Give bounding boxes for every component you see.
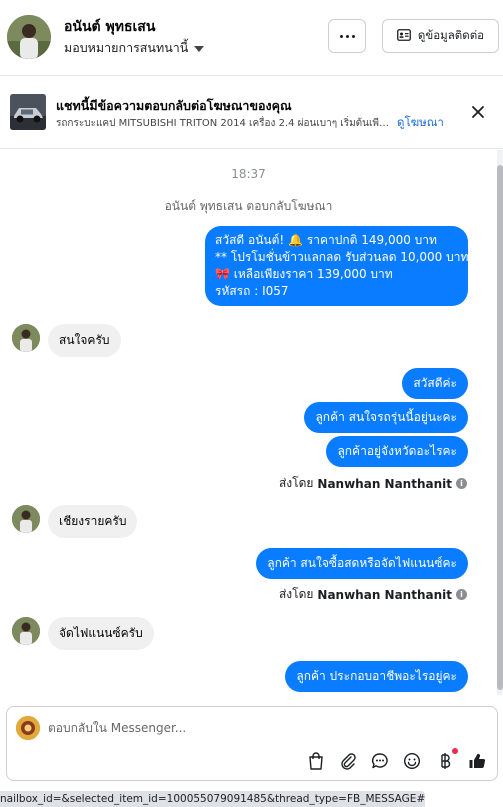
message-timestamp: 18:37 bbox=[231, 167, 266, 181]
avatar bbox=[12, 617, 40, 645]
sent-by-prefix: ส่งโดย bbox=[278, 587, 314, 601]
sent-by-note: ส่งโดย Nanwhan Nanthanit i bbox=[279, 585, 467, 604]
sent-by-name: Nanwhan Nanthanit bbox=[317, 587, 452, 602]
ad-reply-line-car-code: รหัสรถ : I057 bbox=[215, 284, 289, 298]
message-bubble-outgoing: ลูกค้า สนใจรถรุ่นนี้อยู่นะคะ bbox=[304, 402, 468, 433]
contact-card-icon bbox=[397, 28, 411, 44]
more-icon bbox=[339, 34, 355, 38]
sent-by-prefix: ส่งโดย bbox=[278, 476, 314, 490]
chevron-down-icon bbox=[194, 45, 205, 52]
emoji-icon[interactable] bbox=[402, 751, 422, 771]
message-bubble-outgoing: สวัสดี อนันต์! 🔔 ราคาปกติ 149,000 บาท **… bbox=[205, 226, 468, 306]
sent-by-name: Nanwhan Nanthanit bbox=[317, 476, 452, 491]
info-icon[interactable]: i bbox=[456, 478, 467, 489]
more-options-button[interactable] bbox=[328, 19, 366, 53]
ad-reply-line-price: สวัสดี อนันต์! 🔔 ราคาปกติ 149,000 บาท bbox=[215, 233, 437, 247]
contact-info-label: ดูข้อมูลติดต่อ bbox=[417, 28, 485, 42]
thumbs-up-icon[interactable] bbox=[467, 751, 487, 771]
close-icon[interactable] bbox=[468, 102, 488, 122]
ad-reply-system-note: อนันต์ พุทธเสน ตอบกลับโฆษณา bbox=[164, 199, 333, 213]
ad-banner-description: รถกระบะแคป MITSUBISHI TRITON 2014 เครื่อ… bbox=[56, 118, 391, 129]
reply-input[interactable] bbox=[48, 717, 468, 739]
sent-by-note: ส่งโดย Nanwhan Nanthanit i bbox=[279, 474, 467, 493]
view-contact-info-button[interactable]: ดูข้อมูลติดต่อ bbox=[382, 19, 499, 53]
assign-conversation-dropdown[interactable]: มอบหมายการสนทนานี้ bbox=[64, 38, 205, 58]
ad-thumbnail bbox=[10, 94, 46, 130]
message-bubble-outgoing: ลูกค้า ประกอบอาชีพอะไรอยู่คะ bbox=[285, 661, 468, 692]
chat-scrollbar-thumb[interactable] bbox=[497, 165, 503, 690]
page-avatar bbox=[16, 716, 40, 740]
avatar bbox=[12, 505, 40, 533]
info-icon[interactable]: i bbox=[456, 589, 467, 600]
ad-reply-line-final-price: 🎀 เหลือเพียงราคา 139,000 บาท bbox=[215, 267, 393, 281]
contact-name: อนันต์ พุทธเสน bbox=[64, 19, 156, 35]
saved-reply-icon[interactable] bbox=[370, 751, 390, 771]
payment-icon[interactable] bbox=[435, 751, 455, 771]
paperclip-icon[interactable] bbox=[338, 751, 358, 771]
ad-banner-title: แชทนี้มีข้อความตอบกลับต่อโฆษณาของคุณ bbox=[56, 98, 292, 113]
notification-dot bbox=[452, 748, 458, 754]
ad-reply-line-promo: ** โปรโมชั่นข้าวแลกลด รับส่วนลด 10,000 บ… bbox=[215, 250, 469, 264]
assign-label: มอบหมายการสนทนานี้ bbox=[64, 40, 189, 55]
message-bubble-outgoing: ลูกค้าอยู่จังหวัดอะไรคะ bbox=[326, 436, 468, 467]
message-bubble-incoming: เชียงรายครับ bbox=[48, 505, 138, 538]
view-ad-link[interactable]: ดูโฆษณา bbox=[397, 114, 444, 132]
contact-avatar[interactable] bbox=[7, 15, 51, 59]
browser-status-bar: nailbox_id=&selected_item_id=10005507909… bbox=[0, 791, 425, 807]
message-bubble-outgoing: สวัสดีค่ะ bbox=[402, 368, 468, 399]
avatar bbox=[12, 324, 40, 352]
message-bubble-incoming: จัดไฟแนนซ์ครับ bbox=[48, 617, 154, 650]
shopping-bag-icon[interactable] bbox=[306, 751, 326, 771]
message-bubble-outgoing: ลูกค้า สนใจซื้อสดหรือจัดไฟแนนซ์คะ bbox=[256, 548, 468, 579]
message-bubble-incoming: สนใจครับ bbox=[48, 324, 121, 357]
